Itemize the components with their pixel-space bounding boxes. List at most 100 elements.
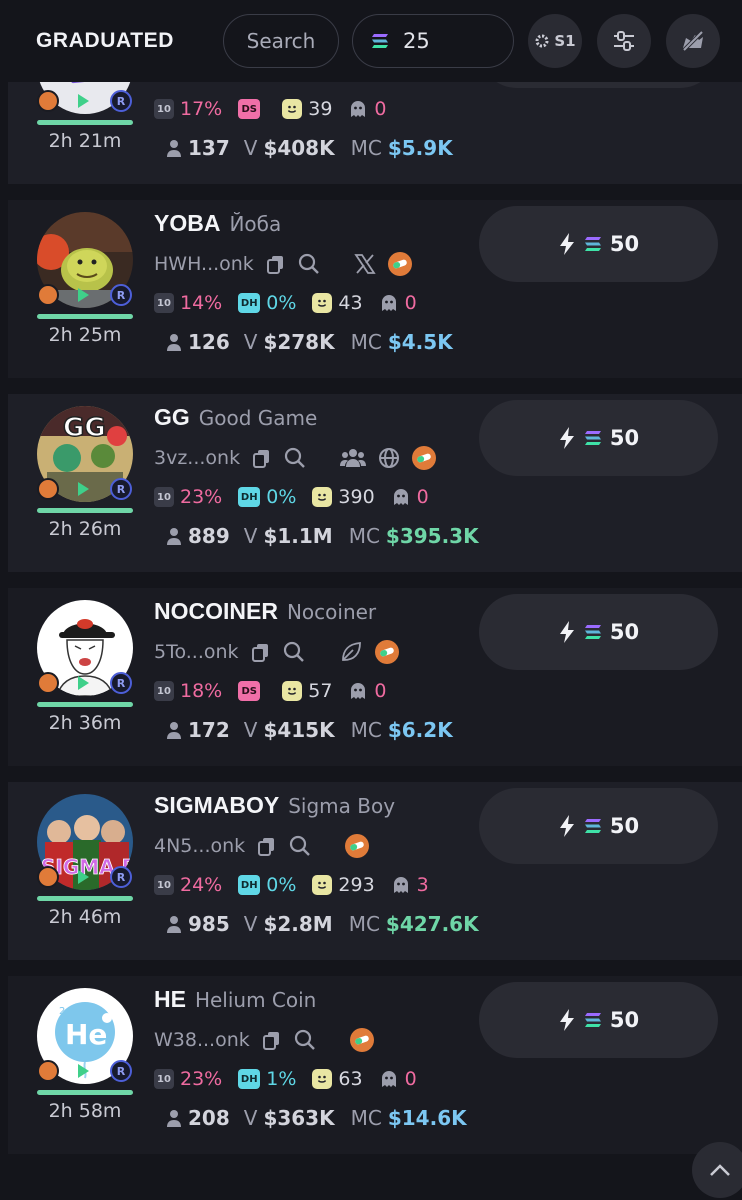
quick-buy-button[interactable]: 50 [479, 206, 718, 282]
token-row[interactable]: SIGMA BOY R 2h 46m SIGMABOY Sigma Boy 4N… [8, 782, 742, 960]
market-row: 137 V $408K MC $5.9K [166, 136, 453, 160]
pump-badge-icon [37, 284, 59, 306]
solana-icon [584, 624, 602, 640]
mcap-label: MC [348, 524, 380, 548]
token-ticker: NOCOINER [154, 598, 278, 624]
play-icon [75, 92, 91, 110]
token-row[interactable]: R 2h 36m NOCOINER Nocoiner 5To...onk 10 … [8, 588, 742, 766]
token-name: Helium Coin [194, 988, 317, 1012]
pump-icon[interactable] [374, 640, 399, 664]
top10-icon: 10 [154, 875, 174, 895]
ghost-icon [348, 681, 368, 701]
token-address: HWH...onk [154, 253, 254, 275]
lightning-icon [558, 232, 576, 256]
bonding-progress-bar [37, 702, 133, 707]
copy-icon[interactable] [257, 836, 277, 856]
token-avatar[interactable]: R [37, 212, 133, 308]
stats-row: 10 23% DH 0% 390 0 [154, 486, 429, 508]
quick-buy-button[interactable]: 50 [479, 594, 718, 670]
quick-buy-button[interactable]: 50 [479, 400, 718, 476]
quick-buy-amount: 50 [609, 814, 640, 838]
copy-icon[interactable] [266, 254, 286, 274]
token-avatar[interactable]: R [37, 600, 133, 696]
token-ticker: GG [154, 404, 190, 430]
top10-icon: 10 [154, 293, 174, 313]
holders-count: 172 [188, 718, 230, 742]
token-name: Good Game [198, 406, 318, 430]
ghost-icon [379, 1069, 399, 1089]
search-icon[interactable] [284, 447, 306, 469]
search-icon[interactable] [294, 1029, 316, 1051]
score-value: 390 [338, 486, 375, 508]
lightning-icon [558, 426, 576, 450]
hide-tokens-button[interactable] [666, 14, 720, 68]
token-avatar[interactable]: He 2 R [37, 988, 133, 1084]
filter-button[interactable] [597, 14, 651, 68]
user-icon [166, 333, 182, 351]
token-row[interactable]: He 2 R 2h 58m HE Helium Coin W38...onk 10… [8, 976, 742, 1154]
top10-percent: 14% [180, 292, 223, 314]
dev-holding-percent: 0% [266, 292, 297, 314]
dev-tag-icon: DH [238, 1069, 261, 1089]
pump-icon[interactable] [349, 1028, 374, 1052]
community-icon[interactable] [340, 447, 367, 469]
preset-settings-button[interactable]: S1 [528, 14, 582, 68]
token-title: SIGMABOY Sigma Boy [154, 792, 395, 819]
snipers-value: 0 [404, 1068, 417, 1090]
mcap-value: $427.6K [385, 912, 479, 936]
snipers-value: 0 [404, 292, 417, 314]
top10-percent: 23% [180, 486, 223, 508]
quick-buy-button[interactable]: 50 [479, 788, 718, 864]
dev-tag-icon: DH [238, 875, 261, 895]
pump-badge-icon [37, 866, 59, 888]
copy-icon[interactable] [262, 1030, 282, 1050]
holders-count: 126 [188, 330, 230, 354]
mcap-label: MC [350, 136, 382, 160]
top10-percent: 23% [180, 1068, 223, 1090]
stats-row: 10 14% DH 0% 43 0 [154, 292, 417, 314]
search-icon[interactable] [283, 641, 305, 663]
token-row[interactable]: GG R 2h 26m GG Good Game 3vz...onk 10 23… [8, 394, 742, 572]
stats-row: 10 23% DH 1% 63 0 [154, 1068, 417, 1090]
play-icon [75, 286, 91, 304]
page-title: GRADUATED [36, 29, 175, 52]
volume-label: V [243, 136, 258, 160]
user-icon [166, 721, 182, 739]
scroll-to-top-button[interactable] [692, 1142, 742, 1198]
pump-icon[interactable] [387, 252, 412, 276]
quick-buy-button[interactable]: 50 [479, 982, 718, 1058]
dev-holding-percent: 1% [266, 1068, 297, 1090]
search-icon[interactable] [289, 835, 311, 857]
market-row: 208 V $363K MC $14.6K [166, 1106, 467, 1130]
pump-badge-icon [37, 1060, 59, 1082]
x-icon[interactable] [354, 253, 376, 275]
ghost-icon [348, 99, 368, 119]
token-avatar[interactable]: GG R [37, 406, 133, 502]
search-button[interactable]: Search [223, 14, 339, 68]
token-ticker: YOBA [154, 210, 221, 236]
token-age: 2h 26m [48, 518, 122, 540]
pump-icon[interactable] [345, 834, 370, 858]
dev-tag-icon: DH [238, 487, 261, 507]
buy-amount-input[interactable]: 25 [352, 14, 514, 68]
globe-icon[interactable] [378, 447, 400, 469]
copy-icon[interactable] [252, 448, 272, 468]
score-value: 39 [308, 98, 333, 120]
token-row[interactable]: R 2h 25m YOBA Йоба HWH...onk 10 14% DH 0… [8, 200, 742, 378]
volume-value: $415K [263, 718, 335, 742]
leaf-icon[interactable] [339, 640, 363, 664]
volume-label: V [243, 524, 258, 548]
copy-icon[interactable] [251, 642, 271, 662]
token-avatar[interactable]: SIGMA BOY R [37, 794, 133, 890]
search-icon[interactable] [298, 253, 320, 275]
score-value: 293 [338, 874, 375, 896]
quick-buy-amount: 50 [609, 620, 640, 644]
token-age: 2h 25m [48, 324, 122, 346]
pump-badge-icon [37, 478, 59, 500]
market-row: 985 V $2.8M MC $427.6K [166, 912, 479, 936]
token-title: GG Good Game [154, 404, 317, 431]
token-title: NOCOINER Nocoiner [154, 598, 376, 625]
lightning-icon [558, 814, 576, 838]
raydium-icon: R [110, 478, 132, 500]
pump-icon[interactable] [412, 446, 437, 470]
